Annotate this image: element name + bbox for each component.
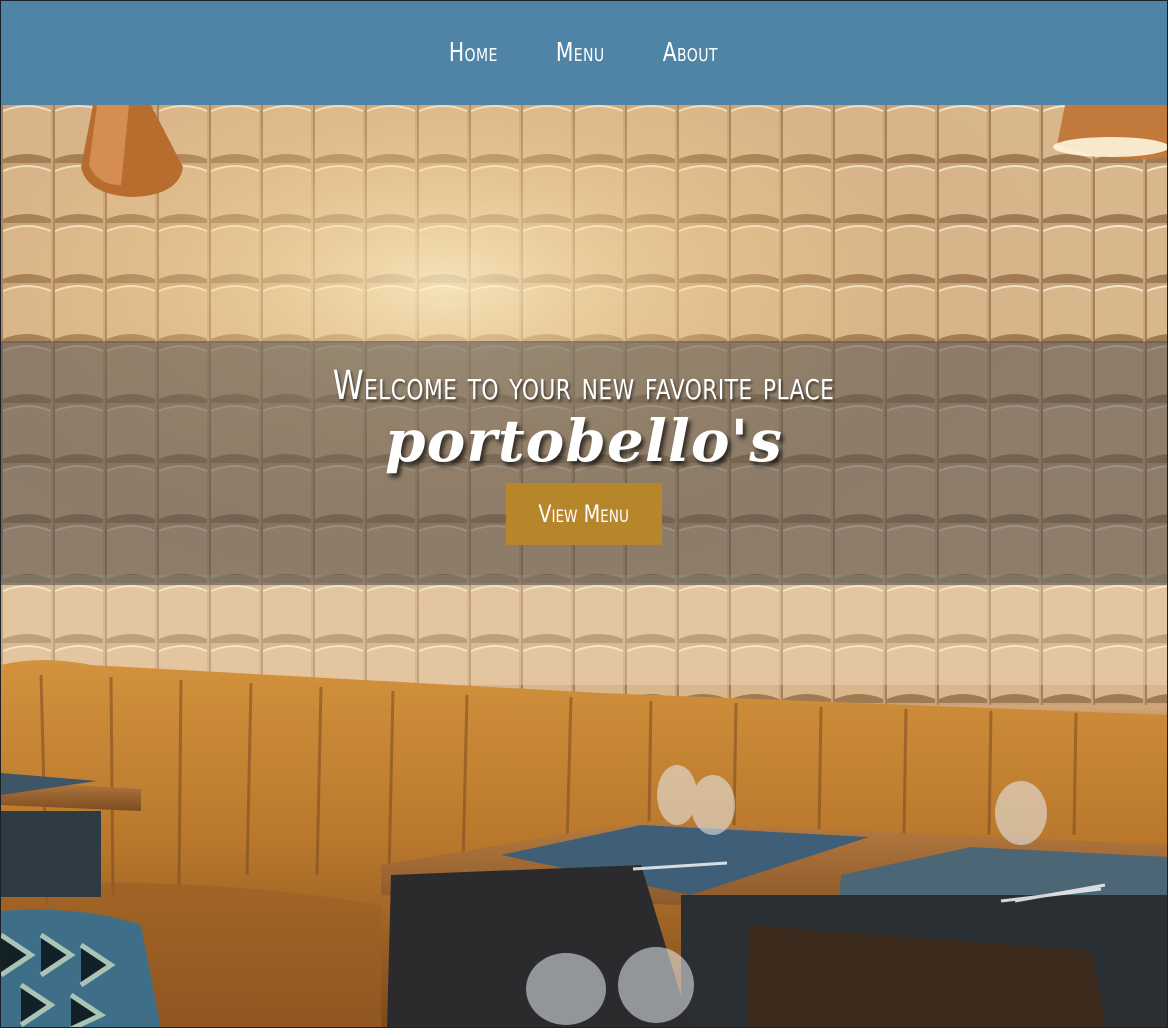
pendant-lamp-right bbox=[1053, 105, 1167, 160]
page: Home Menu About Welcome to your new favo… bbox=[0, 0, 1168, 1028]
hero-section: Welcome to your new favorite place porto… bbox=[1, 105, 1167, 1027]
brand-title: portobello's bbox=[385, 407, 783, 475]
nav-menu-link[interactable]: Menu bbox=[556, 38, 605, 68]
nav-about-link[interactable]: About bbox=[663, 38, 718, 68]
top-nav: Home Menu About bbox=[1, 1, 1167, 105]
nav-home-link[interactable]: Home bbox=[449, 38, 498, 68]
hero-overlay-band: Welcome to your new favorite place porto… bbox=[1, 341, 1167, 585]
view-menu-button[interactable]: View Menu bbox=[506, 483, 662, 545]
welcome-heading: Welcome to your new favorite place bbox=[333, 363, 835, 409]
view-menu-button-label: View Menu bbox=[538, 500, 630, 528]
